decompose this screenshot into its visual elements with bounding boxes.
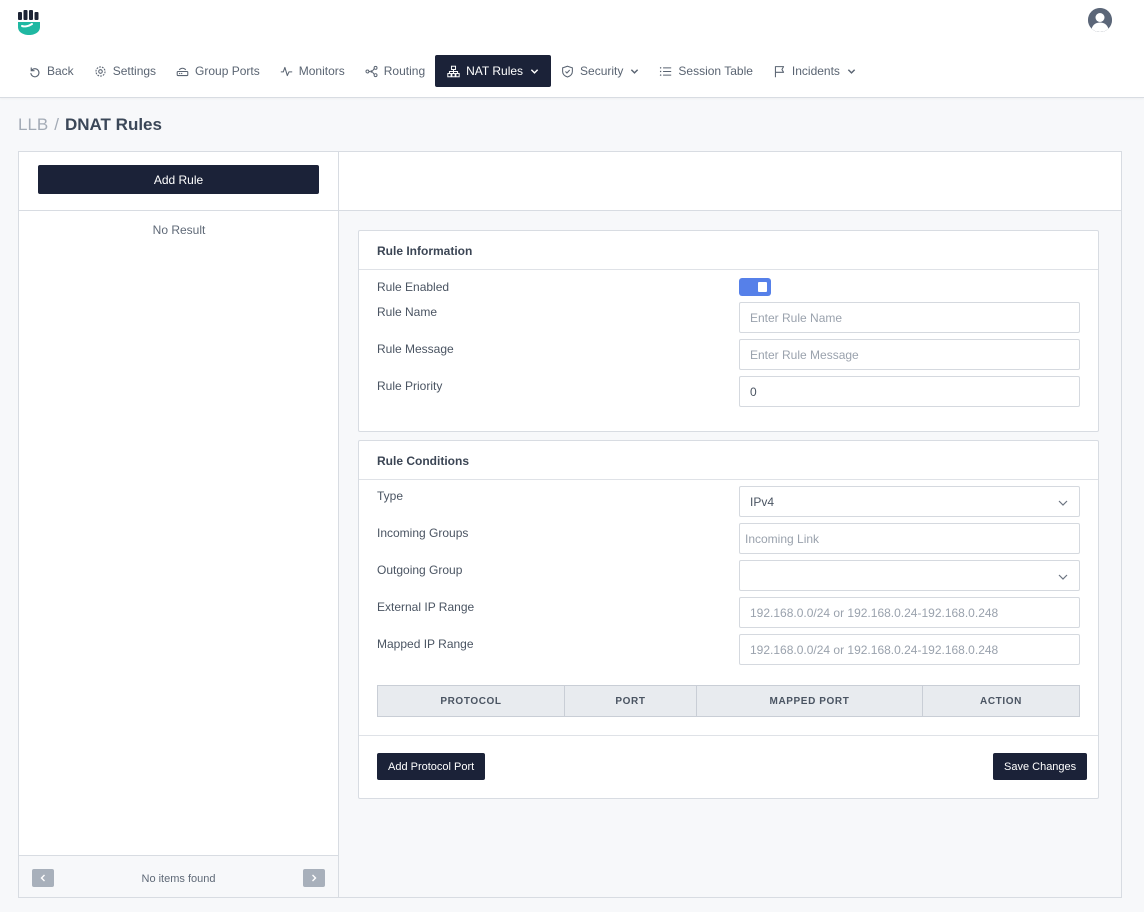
incoming-groups-input[interactable] <box>739 523 1080 554</box>
top-bar: Back Settings Group Ports Monitors Routi… <box>0 0 1144 98</box>
rule-message-label: Rule Message <box>377 342 454 356</box>
chevron-down-icon <box>1058 574 1068 580</box>
column-header-action: ACTION <box>980 695 1022 707</box>
nav-nat-rules-label: NAT Rules <box>466 64 524 78</box>
incoming-groups-label: Incoming Groups <box>377 526 469 540</box>
pagination-status: No items found <box>141 873 216 885</box>
breadcrumb: LLB / DNAT Rules <box>18 115 162 135</box>
column-header-mapped-port: MAPPED PORT <box>697 686 923 716</box>
nav-monitors[interactable]: Monitors <box>270 55 355 87</box>
add-rule-button[interactable]: Add Rule <box>38 165 319 194</box>
toggle-knob <box>758 282 767 292</box>
rule-conditions-title: Rule Conditions <box>359 441 1098 480</box>
chevron-right-icon <box>312 874 317 882</box>
rule-list-header: Add Rule <box>19 152 338 211</box>
nav-settings[interactable]: Settings <box>84 55 166 87</box>
nav-group-ports-label: Group Ports <box>195 64 260 78</box>
nav-back[interactable]: Back <box>18 55 84 87</box>
nav-session-table[interactable]: Session Table <box>649 55 763 87</box>
rule-name-input[interactable] <box>739 302 1080 333</box>
protocol-port-table-header: PROTOCOL PORT MAPPED PORT ACTION <box>377 685 1080 717</box>
undo-icon <box>30 66 40 77</box>
nav-routing-label: Routing <box>383 64 426 78</box>
rule-conditions-footer: Add Protocol Port Save Changes <box>359 735 1098 798</box>
nav-nat-rules[interactable]: NAT Rules <box>435 55 552 87</box>
mapped-ip-range-label: Mapped IP Range <box>377 637 474 651</box>
column-header-port: PORT <box>565 686 697 716</box>
nav-settings-label: Settings <box>112 64 157 78</box>
outgoing-group-select[interactable] <box>739 560 1080 591</box>
rule-detail-body: Rule Information Rule Enabled Rule Name … <box>339 211 1121 897</box>
breadcrumb-root[interactable]: LLB <box>18 115 48 135</box>
add-protocol-port-button[interactable]: Add Protocol Port <box>377 753 486 780</box>
nav-monitors-label: Monitors <box>298 64 345 78</box>
outgoing-group-label: Outgoing Group <box>377 563 463 577</box>
shield-check-icon <box>562 65 573 78</box>
rule-priority-label: Rule Priority <box>377 379 443 393</box>
column-header-protocol: PROTOCOL <box>378 686 565 716</box>
rule-information-title: Rule Information <box>359 231 1098 270</box>
next-page-button[interactable] <box>303 869 325 887</box>
save-changes-button[interactable]: Save Changes <box>993 753 1088 780</box>
external-ip-range-label: External IP Range <box>377 600 475 614</box>
network-nodes-icon <box>365 65 378 77</box>
gear-icon <box>95 65 106 77</box>
router-icon <box>176 67 189 76</box>
nav-security[interactable]: Security <box>551 55 649 87</box>
main-nav: Back Settings Group Ports Monitors Routi… <box>18 55 866 87</box>
nav-security-label: Security <box>580 64 624 78</box>
nav-incidents-label: Incidents <box>791 64 840 78</box>
rule-enabled-label: Rule Enabled <box>377 280 450 294</box>
nav-group-ports[interactable]: Group Ports <box>166 55 270 87</box>
nav-incidents[interactable]: Incidents <box>763 55 866 87</box>
rule-detail-header <box>339 152 1121 211</box>
mapped-ip-range-input[interactable] <box>739 634 1080 665</box>
rule-message-input[interactable] <box>739 339 1080 370</box>
type-select[interactable]: IPv4 <box>739 486 1080 517</box>
nav-back-label: Back <box>47 64 74 78</box>
rule-list-panel: Add Rule No Result No items found <box>19 152 339 897</box>
type-label: Type <box>377 489 404 503</box>
shield-fist-logo[interactable] <box>17 9 41 37</box>
pagination: No items found <box>19 855 338 897</box>
external-ip-range-input[interactable] <box>739 597 1080 628</box>
sitemap-icon <box>447 65 460 77</box>
main-panel: Add Rule No Result No items found Rule I… <box>18 151 1122 898</box>
nav-routing[interactable]: Routing <box>355 55 435 87</box>
breadcrumb-separator: / <box>54 115 59 134</box>
type-select-value: IPv4 <box>750 494 775 509</box>
nav-session-table-label: Session Table <box>678 64 753 78</box>
pulse-icon <box>280 66 292 76</box>
rule-conditions-card: Rule Conditions Type IPv4 Incoming Group… <box>358 440 1099 799</box>
list-icon <box>660 66 672 76</box>
user-avatar-icon[interactable] <box>1088 8 1112 32</box>
rule-name-label: Rule Name <box>377 305 438 319</box>
rule-information-card: Rule Information Rule Enabled Rule Name … <box>358 230 1099 432</box>
flag-icon <box>774 65 784 77</box>
empty-state-text: No Result <box>152 223 206 237</box>
page-title: DNAT Rules <box>64 115 162 134</box>
rule-enabled-toggle[interactable] <box>739 278 771 296</box>
chevron-down-icon <box>530 68 539 74</box>
chevron-down-icon <box>847 68 856 74</box>
chevron-down-icon <box>1058 500 1068 506</box>
rule-priority-input[interactable] <box>739 376 1080 407</box>
chevron-down-icon <box>631 68 639 74</box>
